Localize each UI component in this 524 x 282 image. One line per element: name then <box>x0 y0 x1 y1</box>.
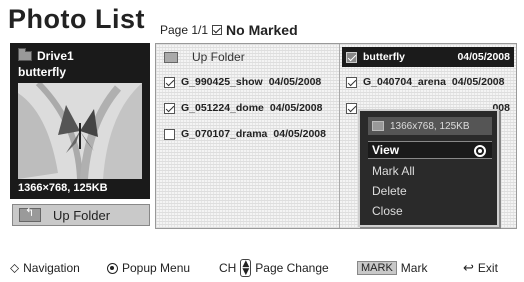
checkbox[interactable] <box>164 102 175 114</box>
page-indicator: Page 1/1 <box>160 23 209 37</box>
help-page-change: CH ▲ ▼ Page Change <box>219 259 329 277</box>
checkbox[interactable] <box>164 76 175 88</box>
exit-icon: ↩ <box>463 260 474 276</box>
up-folder-icon <box>19 206 41 222</box>
drive-label: Drive1 <box>18 48 74 63</box>
up-folder-button[interactable]: Up Folder <box>12 204 150 226</box>
menu-item-close[interactable]: Close <box>368 202 492 220</box>
list-item[interactable]: butterfly 04/05/2008 <box>342 47 514 67</box>
checkbox[interactable] <box>346 102 357 114</box>
checkbox[interactable] <box>164 128 175 140</box>
preview-panel: Drive1 butterfly 1366×768, 125KB <box>10 43 150 199</box>
list-item[interactable]: G_070107_drama 04/05/2008 <box>160 124 336 144</box>
ok-button-icon <box>107 262 118 274</box>
help-popup-menu: Popup Menu <box>107 258 190 278</box>
list-item[interactable]: G_051224_dome 04/05/2008 <box>160 98 336 118</box>
up-folder-icon <box>164 51 178 63</box>
preview-thumbnail <box>18 83 142 179</box>
butterfly-photo <box>18 83 142 179</box>
up-folder-label: Up Folder <box>53 207 111 223</box>
list-item[interactable]: G_990425_show 04/05/2008 <box>160 72 336 92</box>
drive-name: Drive1 <box>37 49 74 63</box>
checkbox[interactable] <box>346 51 357 63</box>
preview-resolution: 1366×768, 125KB <box>18 182 108 194</box>
list-item[interactable]: G_040704_arena 04/05/2008 <box>342 72 514 92</box>
menu-item-view[interactable]: View <box>368 141 492 159</box>
page-title: Photo List <box>8 4 145 34</box>
radio-selected-icon <box>474 145 486 157</box>
checkbox[interactable] <box>346 76 357 88</box>
image-icon <box>372 121 384 131</box>
menu-item-delete[interactable]: Delete <box>368 182 492 200</box>
popup-menu: 1366x768, 125KB View Mark All Delete Clo… <box>358 109 499 227</box>
channel-updown-icon: ▲ ▼ <box>240 259 252 277</box>
menu-item-mark-all[interactable]: Mark All <box>368 162 492 180</box>
help-navigation: ⬦ Navigation <box>10 260 80 276</box>
grid-up-folder[interactable]: Up Folder <box>160 47 336 67</box>
navigation-arrows-icon: ⬦ <box>10 260 20 276</box>
help-mark: MARK Mark <box>357 258 427 278</box>
checkmark-icon <box>212 25 223 35</box>
preview-file-name: butterfly <box>18 65 66 79</box>
popup-info: 1366x768, 125KB <box>368 117 492 135</box>
drive-icon <box>18 48 32 61</box>
marked-status: No Marked <box>226 22 298 38</box>
help-exit: ↩ Exit <box>463 260 498 276</box>
help-bar: ⬦ Navigation Popup Menu CH ▲ ▼ Page Chang… <box>0 258 524 278</box>
mark-key-icon: MARK <box>357 261 397 275</box>
page-info: Page 1/1 No Marked <box>160 22 298 38</box>
